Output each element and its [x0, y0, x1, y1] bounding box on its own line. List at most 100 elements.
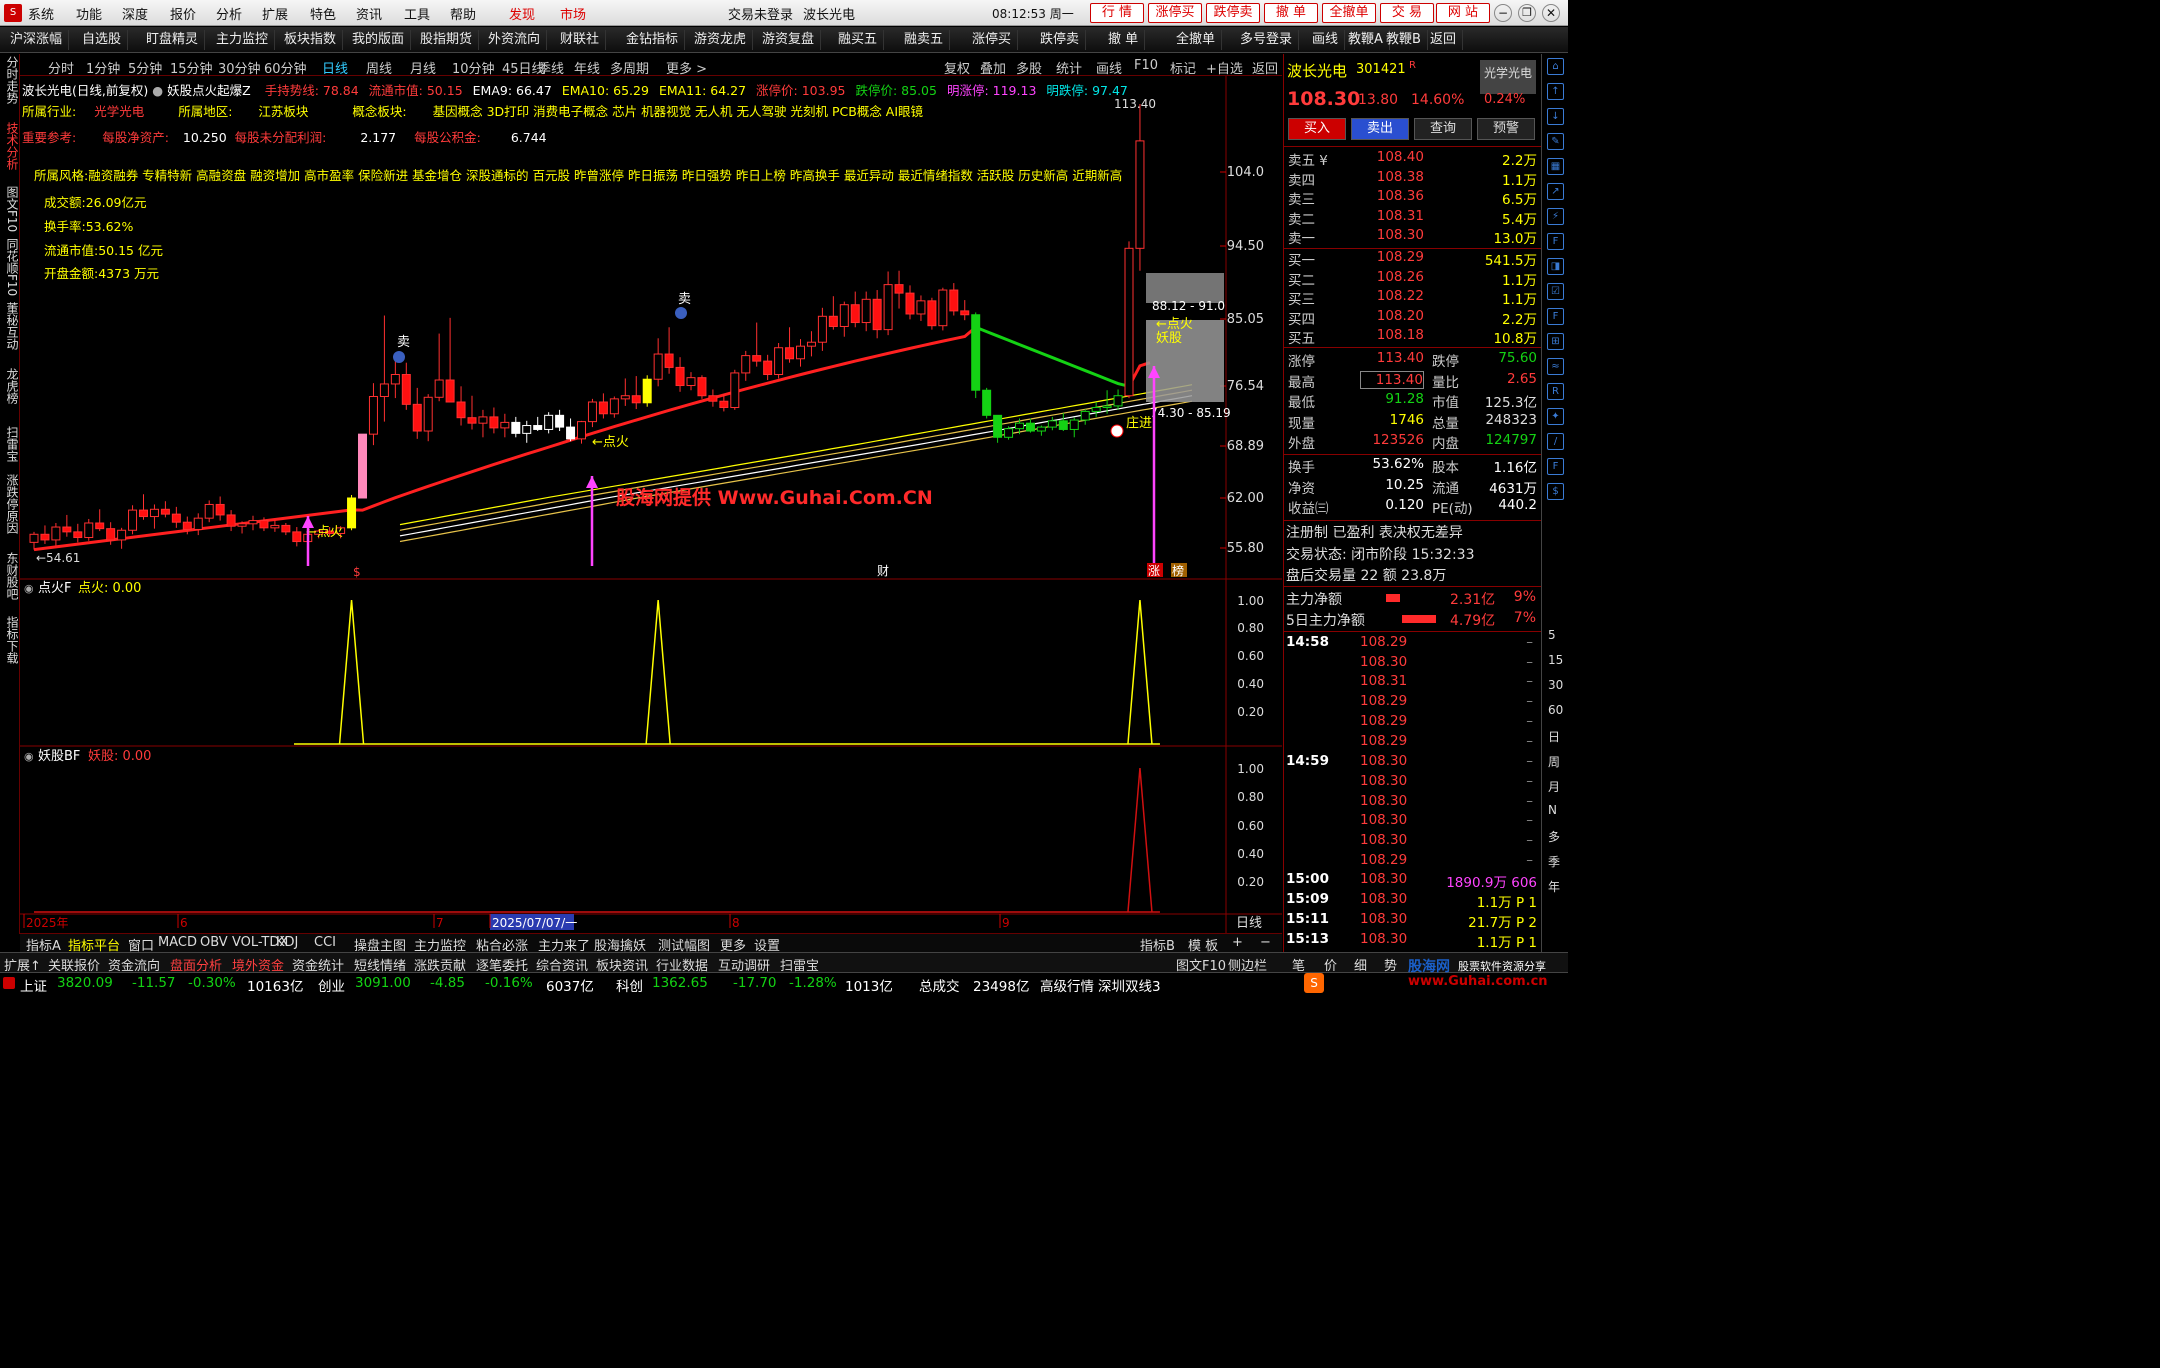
side-tool-icon[interactable]: F [1547, 458, 1564, 475]
trade-button[interactable]: 卖出 [1351, 118, 1409, 140]
cy-label[interactable]: 创业 [318, 975, 345, 995]
quick-trade-button[interactable]: 网 站 [1436, 3, 1490, 23]
toolbar-button[interactable]: 我的版面 [346, 30, 412, 50]
menu-item[interactable]: 特色 [310, 4, 336, 23]
period-tab[interactable]: 多周期 [610, 58, 649, 77]
menu-faxian[interactable]: 发现 [509, 4, 535, 23]
kline-chart[interactable]: 104.0 94.50 85.05 76.54 68.89 62.00 55.80 113.4… [20, 76, 1282, 933]
toolbar-button[interactable]: 金钻指标 [620, 30, 686, 50]
chart-tool[interactable]: 统计 [1056, 58, 1082, 77]
period-quick[interactable]: 5 [1548, 628, 1556, 642]
ask-row[interactable]: 卖一 108.30 13.0万 [1284, 227, 1541, 247]
indicator-tab-right[interactable]: − [1260, 935, 1271, 950]
trade-button[interactable]: 预警 [1477, 118, 1535, 140]
quick-trade-button[interactable]: 跌停卖 [1206, 3, 1260, 23]
quick-trade-button[interactable]: 涨停买 [1148, 3, 1202, 23]
period-tab[interactable]: 5分钟 [128, 58, 162, 77]
ask-row[interactable]: 卖四 108.38 1.1万 [1284, 169, 1541, 189]
s-logo-icon[interactable]: S [1304, 973, 1324, 993]
left-tab[interactable]: 龙虎榜 [2, 368, 19, 404]
trade-button[interactable]: 查询 [1414, 118, 1472, 140]
side-tool-icon[interactable]: ↓ [1547, 108, 1564, 125]
bid-row[interactable]: 买五 108.18 10.8万 [1284, 327, 1541, 347]
chart-tool[interactable]: +自选 [1206, 58, 1243, 77]
toolbar-button[interactable]: 股指期货 [414, 30, 480, 50]
side-tool-icon[interactable]: $ [1547, 483, 1564, 500]
toolbar-button[interactable]: 融卖五 [898, 30, 951, 50]
menu-item[interactable]: 报价 [170, 4, 196, 23]
left-tab[interactable]: 东财股吧 [2, 552, 19, 600]
indicator-tab[interactable]: MACD [158, 935, 197, 950]
period-quick[interactable]: 多 [1548, 828, 1560, 845]
side-tool-icon[interactable]: / [1547, 433, 1564, 450]
menu-item[interactable]: 工具 [404, 4, 430, 23]
menu-item[interactable]: 功能 [76, 4, 102, 23]
period-quick[interactable]: 日 [1548, 728, 1560, 745]
left-tab[interactable]: 董秘互动 [2, 302, 19, 350]
period-tab[interactable]: 分时 [48, 58, 74, 77]
kc-label[interactable]: 科创 [616, 975, 643, 995]
side-tool-icon[interactable]: ↗ [1547, 183, 1564, 200]
chart-tool[interactable]: 复权 [944, 58, 970, 77]
period-quick[interactable]: N [1548, 803, 1557, 817]
period-quick[interactable]: 15 [1548, 653, 1563, 667]
indicator-tab[interactable]: CCI [314, 935, 336, 950]
period-tab[interactable]: 10分钟 [452, 58, 495, 77]
quick-trade-button[interactable]: 行 情 [1090, 3, 1144, 23]
bid-row[interactable]: 买一 108.29 541.5万 [1284, 249, 1541, 269]
trade-button[interactable]: 买入 [1288, 118, 1346, 140]
period-tab[interactable]: 15分钟 [170, 58, 213, 77]
period-quick[interactable]: 年 [1548, 878, 1560, 895]
side-tool-icon[interactable]: ✎ [1547, 133, 1564, 150]
toolbar-button[interactable]: 跌停卖 [1034, 30, 1087, 50]
side-tool-icon[interactable]: ☑ [1547, 283, 1564, 300]
period-tab[interactable]: 更多 > [666, 58, 707, 77]
quick-trade-button[interactable]: 交 易 [1380, 3, 1434, 23]
left-tab[interactable]: 分时走势 [2, 56, 19, 104]
quick-trade-button[interactable]: 撤 单 [1264, 3, 1318, 23]
sector-badge[interactable]: 光学光电 [1480, 60, 1536, 94]
menu-shichang[interactable]: 市场 [560, 4, 586, 23]
period-tab[interactable]: 1分钟 [86, 58, 120, 77]
login-status[interactable]: 交易未登录 [728, 4, 793, 23]
menu-item[interactable]: 深度 [122, 4, 148, 23]
menu-item[interactable]: 资讯 [356, 4, 382, 23]
period-quick[interactable]: 30 [1548, 678, 1563, 692]
left-tab[interactable]: 涨跌停原因 [2, 474, 19, 534]
period-quick[interactable]: 60 [1548, 703, 1563, 717]
side-tool-icon[interactable]: ⌂ [1547, 58, 1564, 75]
menu-item[interactable]: 帮助 [450, 4, 476, 23]
side-tool-icon[interactable]: ⚡ [1547, 208, 1564, 225]
menu-item[interactable]: 扩展 [262, 4, 288, 23]
side-tool-icon[interactable]: F [1547, 308, 1564, 325]
side-tool-icon[interactable]: ✦ [1547, 408, 1564, 425]
toolbar-button[interactable]: 盯盘精灵 [140, 30, 206, 50]
toolbar-button[interactable]: 多号登录 [1234, 30, 1300, 50]
menu-item[interactable]: 分析 [216, 4, 242, 23]
chart-tool[interactable]: 标记 [1170, 58, 1196, 77]
period-tab[interactable]: 30分钟 [218, 58, 261, 77]
toolbar-button[interactable]: 返回 [1424, 30, 1464, 50]
left-tab[interactable]: 指标下载 [2, 616, 19, 664]
toolbar-button[interactable]: 主力监控 [210, 30, 276, 50]
indicator-tab[interactable]: KDJ [276, 935, 298, 950]
left-tab[interactable]: 图文F10 [2, 186, 19, 232]
quick-trade-button[interactable]: 全撤单 [1322, 3, 1376, 23]
side-tool-icon[interactable]: R [1547, 383, 1564, 400]
server-line[interactable]: 深圳双线3 [1098, 975, 1161, 995]
period-quick[interactable]: 月 [1548, 778, 1560, 795]
period-tab[interactable]: 年线 [574, 58, 600, 77]
toolbar-button[interactable]: 画线 [1306, 30, 1346, 50]
side-tool-icon[interactable]: ≈ [1547, 358, 1564, 375]
toolbar-button[interactable]: 融买五 [832, 30, 885, 50]
ask-row[interactable]: 卖三 108.36 6.5万 [1284, 188, 1541, 208]
period-tab[interactable]: 周线 [366, 58, 392, 77]
ask-row[interactable]: 卖五 ¥ 108.40 2.2万 [1284, 149, 1541, 169]
chart-tool[interactable]: 多股 [1016, 58, 1042, 77]
bid-row[interactable]: 买三 108.22 1.1万 [1284, 288, 1541, 308]
left-tab[interactable]: 技术分析 [2, 122, 19, 170]
period-tab[interactable]: 季线 [538, 58, 564, 77]
toolbar-button[interactable]: 撤 单 [1102, 30, 1146, 50]
side-tool-icon[interactable]: ▦ [1547, 158, 1564, 175]
period-quick[interactable]: 季 [1548, 853, 1560, 870]
